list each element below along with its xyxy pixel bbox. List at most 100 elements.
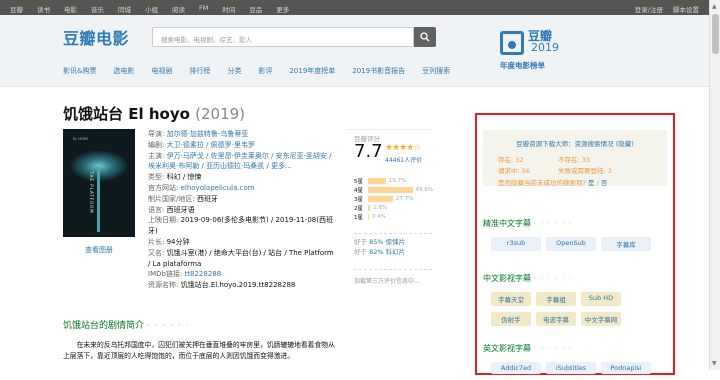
rating-bar — [368, 204, 371, 211]
global-nav-item[interactable]: 更多 — [276, 4, 289, 14]
info-row: IMDb链接: tt8228288 — [148, 269, 338, 280]
global-nav-item[interactable]: 豆品 — [249, 4, 262, 14]
subtitle-section-title: 精准中文字幕 — [483, 219, 531, 228]
subnav-item[interactable]: 分类 — [227, 66, 241, 76]
subnav-item[interactable]: 豆列搜索 — [422, 66, 450, 76]
stat-exist: 存在: 32 — [498, 155, 558, 166]
global-nav: 豆瓣 读书 电影 音乐 同城 小组 阅读 FM 时间 豆品 更多 — [10, 4, 303, 14]
search-button[interactable] — [414, 27, 436, 47]
movie-year: (2019) — [195, 105, 246, 123]
rating-distribution: 5星 19.7% 4星 49.6% 3星 27.7% 2星 2.6% 1星 0.4% — [354, 176, 433, 221]
subnav-item[interactable]: 2019年度榜单 — [289, 66, 335, 76]
subtitle-site-button[interactable]: Podnapisi — [601, 362, 651, 374]
subtitle-section-dots: · · · · · · — [533, 219, 573, 228]
info-link[interactable]: 大卫·德素拉 / 佩德罗·里韦罗 — [167, 141, 255, 149]
subnav-item[interactable]: 排行榜 — [189, 66, 210, 76]
better-than-scifi-link[interactable]: 82% 科幻片 — [369, 248, 405, 256]
resource-search-status: 豆瓣资源下载大师：资源搜索情况 (隐藏) 存在: 32 不存在: 33 请求中:… — [483, 130, 667, 187]
page-scrollbar[interactable]: ▲ ▼ — [709, 0, 720, 370]
subtitle-site-button[interactable]: 电波字幕 — [536, 312, 576, 326]
subtitle-site-button[interactable]: 字幕库 — [601, 237, 651, 251]
global-nav-item[interactable]: 音乐 — [91, 4, 104, 14]
rating-bar-star: 5星 — [354, 178, 363, 185]
third-party-rating-loading: 加载第三方评价信息中... — [354, 278, 420, 285]
info-label: 主演: — [148, 151, 167, 160]
info-link[interactable]: elhoyolapelicula.com — [181, 184, 255, 192]
info-link[interactable]: 加尔德·加兹特鲁-乌鲁蒂亚 — [167, 130, 249, 138]
scroll-up-icon[interactable]: ▲ — [712, 3, 717, 10]
view-stills-link[interactable]: 查看图册 — [85, 245, 113, 255]
summary-heading: 饥饿站台的剧情简介 · · · · · · — [63, 318, 189, 331]
rating-bar-row: 5星 19.7% — [354, 176, 433, 185]
subtitle-site-list: 字幕天堂 字幕组 Sub HD 伪射手 电波字幕 中文字幕网 — [483, 292, 667, 332]
global-nav-item[interactable]: 阅读 — [172, 4, 185, 14]
summary-heading-text: 饥饿站台的剧情简介 — [63, 321, 145, 331]
hide-no-link[interactable]: 否 — [601, 179, 608, 187]
info-row: 片长: 94分钟 — [148, 237, 338, 248]
subnav-item[interactable]: 选电影 — [113, 66, 134, 76]
global-nav-item[interactable]: 小组 — [145, 4, 158, 14]
info-value: 饥饿站台.El.hoyo.2019.tt8228288 — [180, 281, 296, 290]
info-row: 资源名称: 饥饿站台.El.hoyo.2019.tt8228288 — [148, 280, 338, 291]
subtitle-site-button[interactable]: 字幕组 — [536, 292, 576, 306]
douban-movie-logo[interactable]: 豆瓣电影 — [63, 25, 129, 49]
subtitle-site-button[interactable]: r3sub — [491, 237, 541, 251]
global-nav-item[interactable]: FM — [199, 4, 208, 14]
annual-list-badge[interactable]: 豆瓣 2019 年度电影榜单 — [500, 25, 560, 75]
resource-title-link[interactable]: 豆瓣资源下载大师：资源搜索情况 (隐藏) — [483, 138, 667, 148]
subnav-item[interactable]: 电视剧 — [151, 66, 172, 76]
subnav-item[interactable]: 影讯&购票 — [63, 66, 96, 76]
scroll-thumb[interactable] — [712, 14, 719, 54]
info-label: 制片国家/地区: — [148, 194, 197, 203]
info-label: 资源名称: — [148, 281, 181, 290]
scroll-down-icon[interactable]: ▼ — [712, 360, 717, 367]
hide-question-text: 是否隐藏当前未成功的搜索项? — [498, 179, 586, 187]
global-nav-item[interactable]: 时间 — [222, 4, 235, 14]
info-label: 编剧: — [148, 140, 167, 149]
better-prefix: 好于 — [354, 248, 370, 256]
info-label: 官方网站: — [148, 183, 181, 192]
subnav-item[interactable]: 影评 — [258, 66, 272, 76]
rating-bar-row: 3星 27.7% — [354, 194, 433, 203]
info-row: 上映日期: 2019-09-06(多伦多电影节) / 2019-11-08(西班… — [148, 215, 338, 237]
stat-request-label: 请求中: — [498, 167, 522, 175]
rating-stars: ★★★★☆ — [385, 143, 421, 153]
subtitle-site-button[interactable]: OpenSub — [546, 237, 596, 251]
subnav-item[interactable]: 2019书影音报告 — [352, 66, 405, 76]
info-label: 类型: — [148, 173, 167, 182]
subtitle-site-button[interactable]: iSubtitles — [546, 362, 596, 374]
info-value: 科幻 / 惊悚 — [166, 173, 202, 182]
stat-failed-label: 失败或需要登陆: — [558, 167, 608, 175]
info-value: 94分钟 — [166, 237, 190, 246]
rating-score: 7.7 — [354, 141, 383, 162]
info-link[interactable]: tt8228288 — [185, 270, 222, 278]
subtitle-site-list: Addic7ed iSubtitles Podnapisi — [483, 362, 667, 380]
subtitle-site-button[interactable]: 字幕天堂 — [491, 292, 531, 306]
better-than-row: 好于 85% 惊悚片 — [354, 237, 405, 247]
subtitle-site-button[interactable]: 中文字幕网 — [581, 312, 621, 326]
poster-caption: EL HOYO — [73, 137, 89, 141]
info-row: 类型: 科幻 / 惊悚 — [148, 172, 338, 183]
resource-stats: 存在: 32 不存在: 33 请求中: 56 失败或需要登陆: 3 — [498, 155, 612, 177]
subtitle-site-button[interactable]: 伪射手 — [491, 312, 531, 326]
rating-bar-star: 4星 — [354, 187, 363, 194]
info-label: 片长: — [148, 237, 167, 246]
global-nav-item[interactable]: 电影 — [64, 4, 77, 14]
stat-failed: 失败或需要登陆: 3 — [558, 166, 612, 177]
better-than-thriller-link[interactable]: 85% 惊悚片 — [369, 238, 405, 246]
login-link[interactable]: 登录/注册 — [635, 4, 663, 14]
rating-votes-link[interactable]: 44461人评价 — [385, 155, 422, 164]
global-nav-item[interactable]: 豆瓣 — [10, 4, 23, 14]
global-nav-item[interactable]: 同城 — [118, 4, 131, 14]
script-settings-link[interactable]: 脚本设置 — [673, 4, 699, 14]
info-link[interactable]: 伊万·马萨戈 / 佐里昂·伊圭莱奥尔 / 安东尼亚·圣胡安 / 埃米利奥·布阿勒… — [148, 152, 331, 171]
movie-poster[interactable]: EL HOYO THE PLATFORM — [63, 129, 135, 237]
search-input[interactable]: 搜索电影、电视剧、综艺、影人 — [152, 27, 414, 47]
rating-bar-percent: 2.6% — [373, 204, 388, 211]
subtitle-site-button[interactable]: Addic7ed — [491, 362, 541, 374]
movie-header: 豆瓣电影 搜索电影、电视剧、综艺、影人 影讯&购票 选电影 电视剧 排行榜 分类 影评 20… — [0, 15, 709, 87]
rating-bar-percent: 49.6% — [415, 186, 434, 193]
better-than: 好于 85% 惊悚片 好于 82% 科幻片 — [354, 237, 405, 257]
global-nav-item[interactable]: 读书 — [37, 4, 50, 14]
subtitle-site-button[interactable]: Sub HD — [581, 292, 621, 306]
